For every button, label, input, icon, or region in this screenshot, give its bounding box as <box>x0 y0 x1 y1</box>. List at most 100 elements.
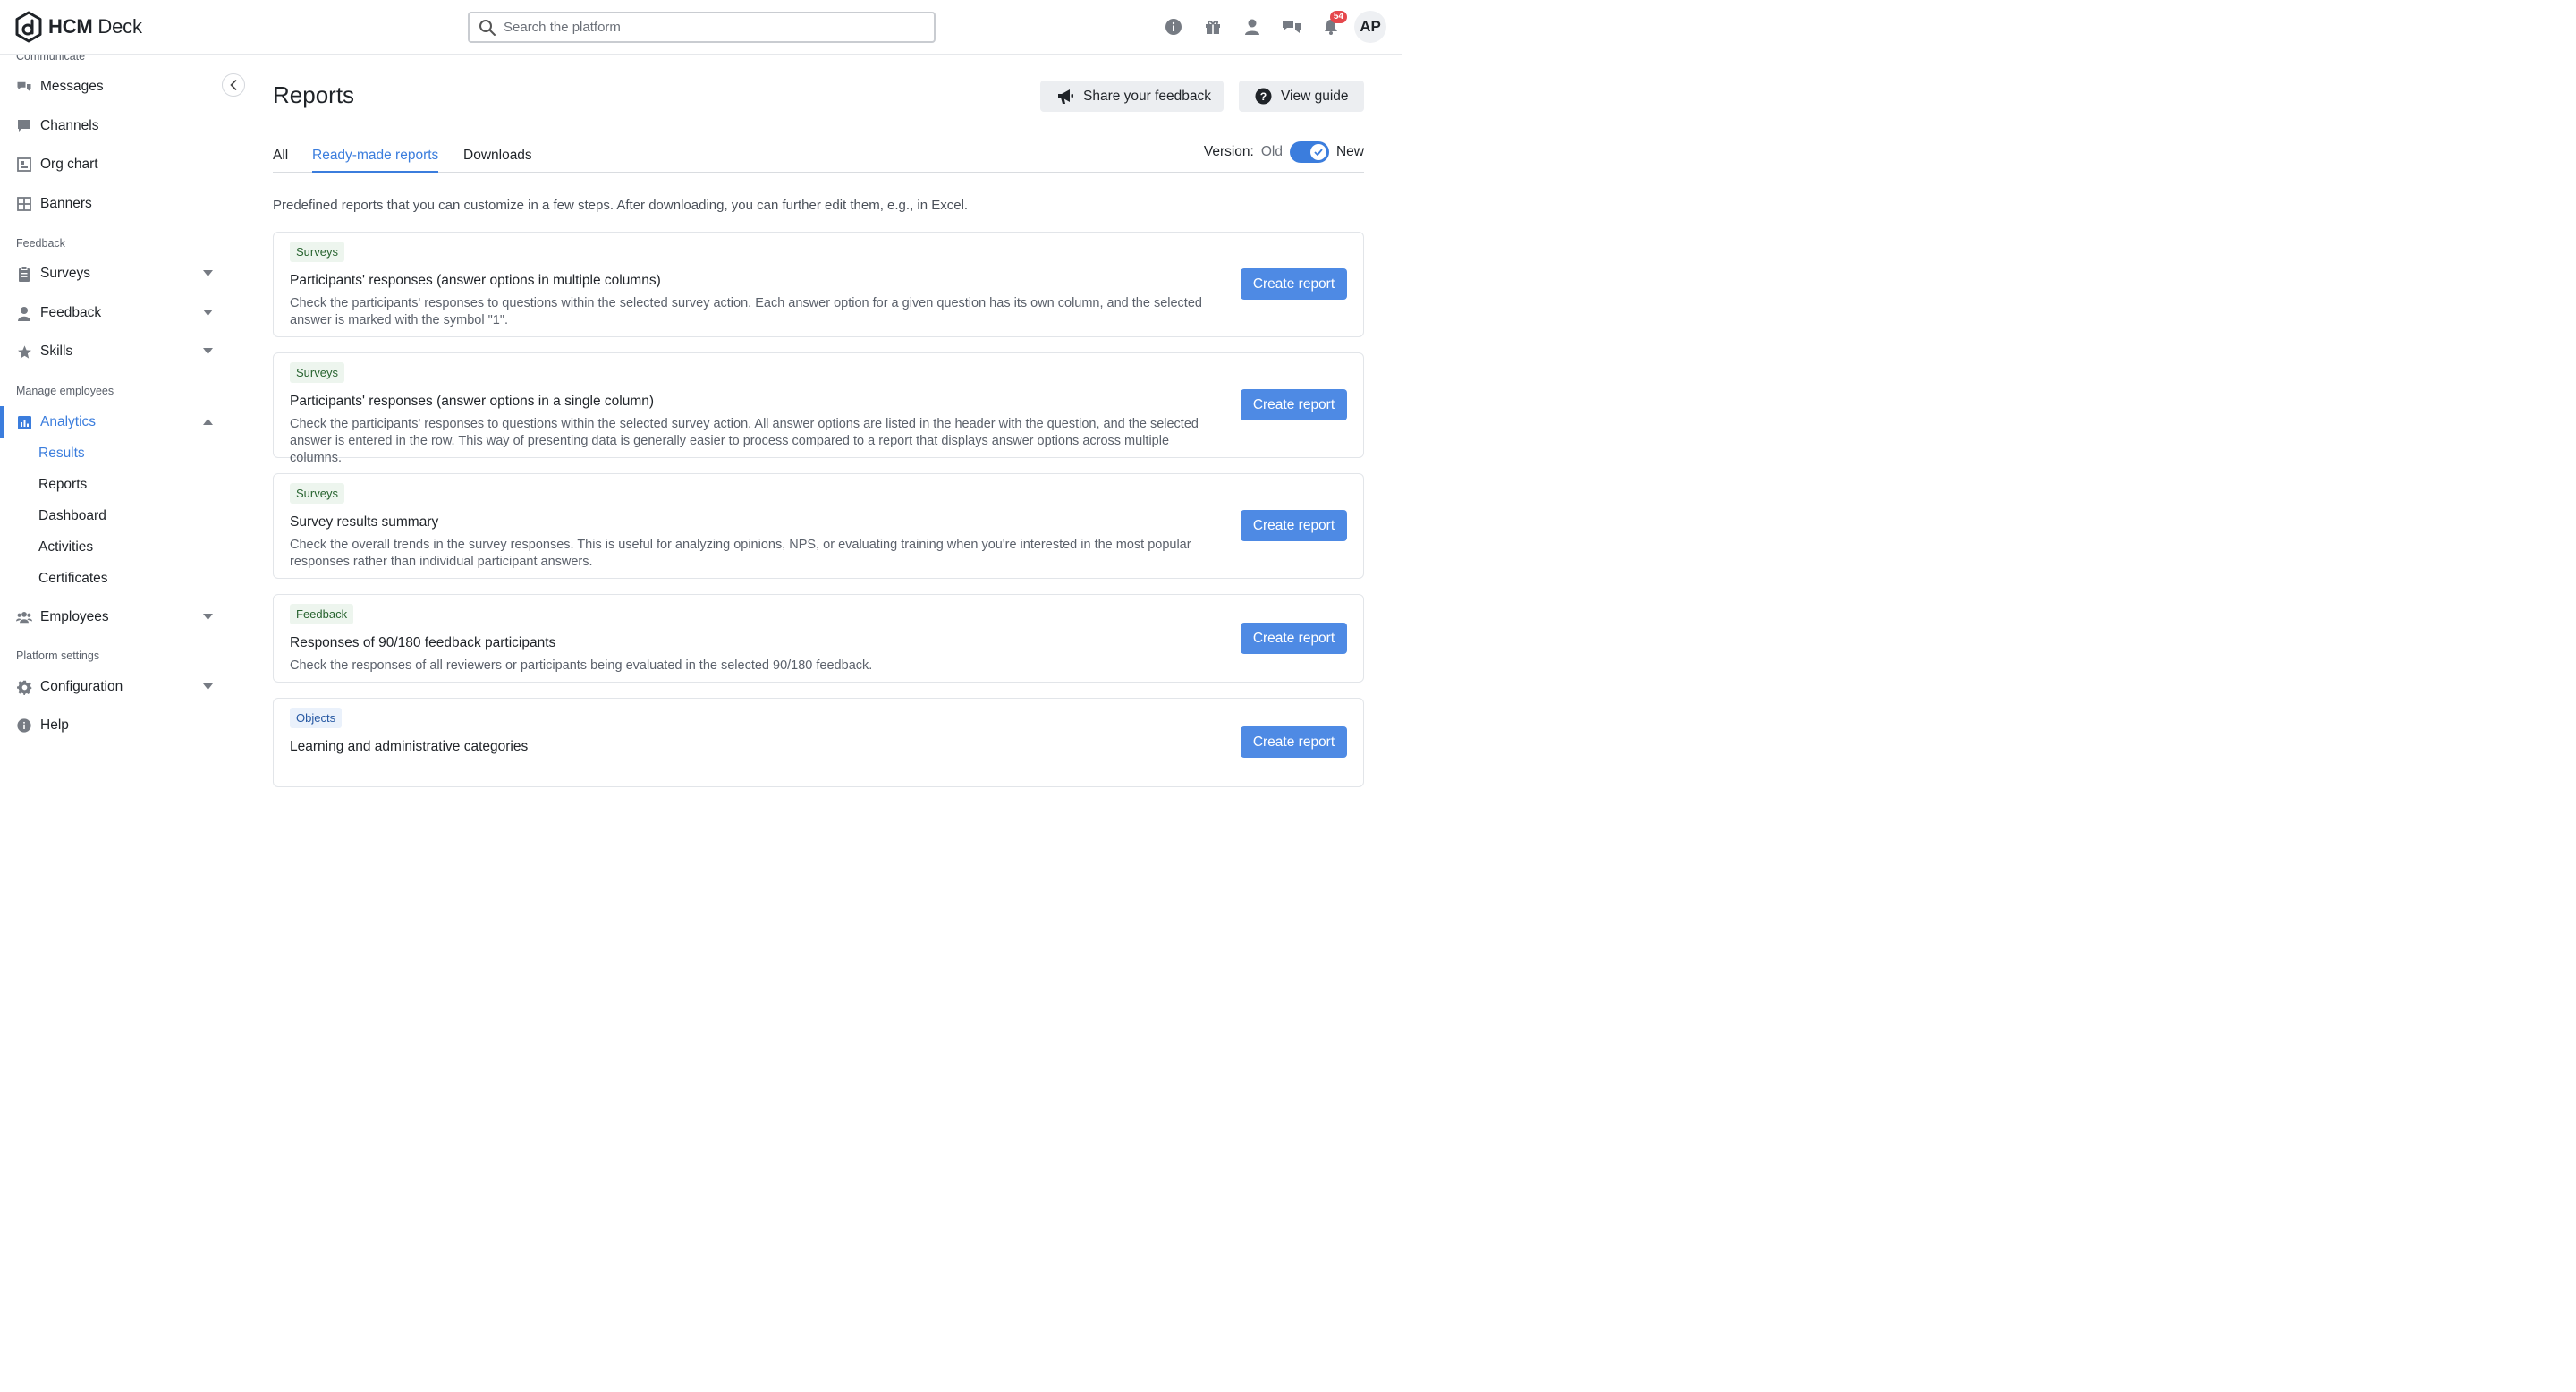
caret-down-icon <box>203 683 213 690</box>
share-feedback-label: Share your feedback <box>1083 88 1212 104</box>
version-old-label: Old <box>1260 144 1283 159</box>
users-icon <box>16 609 32 625</box>
notifications-button[interactable]: 54 <box>1311 11 1351 43</box>
sidebar-item-channels[interactable]: Channels <box>0 110 233 142</box>
sidebar-item-help[interactable]: Help <box>0 709 233 742</box>
version-new-label: New <box>1335 144 1364 159</box>
search-icon <box>479 19 496 36</box>
comment-icon <box>16 118 32 134</box>
sidebar-item-skills[interactable]: Skills <box>0 335 233 368</box>
gift-button[interactable] <box>1193 11 1233 43</box>
share-feedback-button[interactable]: Share your feedback <box>1040 81 1224 112</box>
sidebar-item-label: Skills <box>40 344 73 359</box>
create-report-button[interactable]: Create report <box>1241 268 1347 300</box>
sidebar-item-label: Channels <box>40 118 99 133</box>
intro-text: Predefined reports that you can customiz… <box>273 198 969 213</box>
sidebar-subitem-dashboard[interactable]: Dashboard <box>38 508 106 524</box>
sidebar-item-analytics[interactable]: Analytics <box>0 406 233 438</box>
report-description: Check the overall trends in the survey r… <box>290 538 1191 569</box>
report-title: Participants' responses (answer options … <box>290 394 655 409</box>
sidebar-item-messages[interactable]: Messages <box>0 71 233 103</box>
info-icon <box>1165 19 1182 35</box>
user-feedback-icon <box>16 305 32 321</box>
chat-icon <box>16 79 32 95</box>
report-description: Check the participants' responses to que… <box>290 417 1199 465</box>
sidebar: Communicate Messages Channels Org chart … <box>0 55 233 758</box>
create-report-button[interactable]: Create report <box>1241 510 1347 541</box>
caret-up-icon <box>203 419 213 425</box>
create-report-button[interactable]: Create report <box>1241 623 1347 654</box>
megaphone-icon <box>1058 89 1073 104</box>
sidebar-item-configuration[interactable]: Configuration <box>0 671 233 703</box>
version-toggle[interactable] <box>1289 141 1329 163</box>
sidebar-item-label: Feedback <box>40 305 102 320</box>
notification-badge: 54 <box>1329 11 1347 23</box>
section-label-platform-settings: Platform settings <box>16 649 100 662</box>
section-label-feedback: Feedback <box>16 237 65 250</box>
report-title: Survey results summary <box>290 514 439 530</box>
sidebar-subitem-reports[interactable]: Reports <box>38 477 87 493</box>
report-title: Participants' responses (answer options … <box>290 273 661 288</box>
create-report-button[interactable]: Create report <box>1241 389 1347 420</box>
create-report-button[interactable]: Create report <box>1241 726 1347 758</box>
caret-down-icon <box>203 614 213 620</box>
chat-icon <box>1283 21 1301 33</box>
search-box[interactable] <box>468 12 936 43</box>
section-label-communicate: Communicate <box>16 55 86 63</box>
report-title: Learning and administrative categories <box>290 739 529 754</box>
tab-all[interactable]: All <box>273 148 288 171</box>
sidebar-item-feedback[interactable]: Feedback <box>0 297 233 329</box>
sidebar-item-banners[interactable]: Banners <box>0 188 233 220</box>
logo-icon <box>15 11 42 43</box>
report-title: Responses of 90/180 feedback participant… <box>290 635 556 650</box>
tab-ready-made-reports[interactable]: Ready-made reports <box>312 148 439 173</box>
view-guide-label: View guide <box>1281 88 1349 104</box>
user-icon <box>1245 19 1259 35</box>
report-card: Objects Learning and administrative cate… <box>273 698 1364 787</box>
sidebar-subitem-certificates[interactable]: Certificates <box>38 571 108 587</box>
star-icon <box>16 344 32 360</box>
report-card: Surveys Survey results summary Check the… <box>273 473 1364 579</box>
caret-down-icon <box>203 348 213 354</box>
category-tag: Surveys <box>290 242 344 262</box>
logo[interactable]: HCM Deck <box>14 11 142 43</box>
report-card: Surveys Participants' responses (answer … <box>273 352 1364 465</box>
report-description: Check the participants' responses to que… <box>290 296 1202 327</box>
report-description: Check the responses of all reviewers or … <box>290 658 873 673</box>
info-button[interactable] <box>1154 11 1193 43</box>
sidebar-item-org-chart[interactable]: Org chart <box>0 149 233 181</box>
chat-button[interactable] <box>1272 11 1311 43</box>
version-label: Version: <box>1203 144 1254 159</box>
category-tag: Surveys <box>290 483 344 504</box>
top-bar: HCM Deck Search the platform 54 AP <box>0 0 1402 55</box>
tab-downloads[interactable]: Downloads <box>463 148 532 171</box>
tab-bar: All Ready-made reports Downloads Version… <box>273 141 1364 173</box>
caret-down-icon <box>203 270 213 276</box>
sidebar-item-label: Analytics <box>40 414 97 429</box>
gift-icon <box>1206 21 1220 34</box>
sidebar-subitem-results[interactable]: Results <box>38 446 85 462</box>
profile-button[interactable] <box>1233 11 1272 43</box>
chevron-left-icon <box>230 80 237 90</box>
avatar[interactable]: AP <box>1354 11 1386 43</box>
sidebar-item-label: Messages <box>40 79 104 94</box>
chart-icon <box>16 414 32 430</box>
grid-icon <box>16 196 32 212</box>
search-input[interactable] <box>504 20 934 35</box>
help-icon <box>16 717 32 734</box>
brand-name: HCM Deck <box>48 15 142 38</box>
report-card: Surveys Participants' responses (answer … <box>273 232 1364 337</box>
sidebar-item-label: Help <box>40 717 69 733</box>
clipboard-icon <box>16 266 32 282</box>
sidebar-item-surveys[interactable]: Surveys <box>0 258 233 290</box>
question-icon: ? <box>1255 88 1272 105</box>
sidebar-item-employees[interactable]: Employees <box>0 601 233 633</box>
version-switch: Version: Old New <box>1204 141 1364 163</box>
category-tag: Feedback <box>290 604 354 624</box>
collapse-sidebar-button[interactable] <box>222 73 245 97</box>
report-card: Feedback Responses of 90/180 feedback pa… <box>273 594 1364 683</box>
view-guide-button[interactable]: ? View guide <box>1239 81 1364 112</box>
page-title: Reports <box>273 81 355 108</box>
sidebar-item-label: Org chart <box>40 157 98 172</box>
sidebar-subitem-activities[interactable]: Activities <box>38 539 93 556</box>
